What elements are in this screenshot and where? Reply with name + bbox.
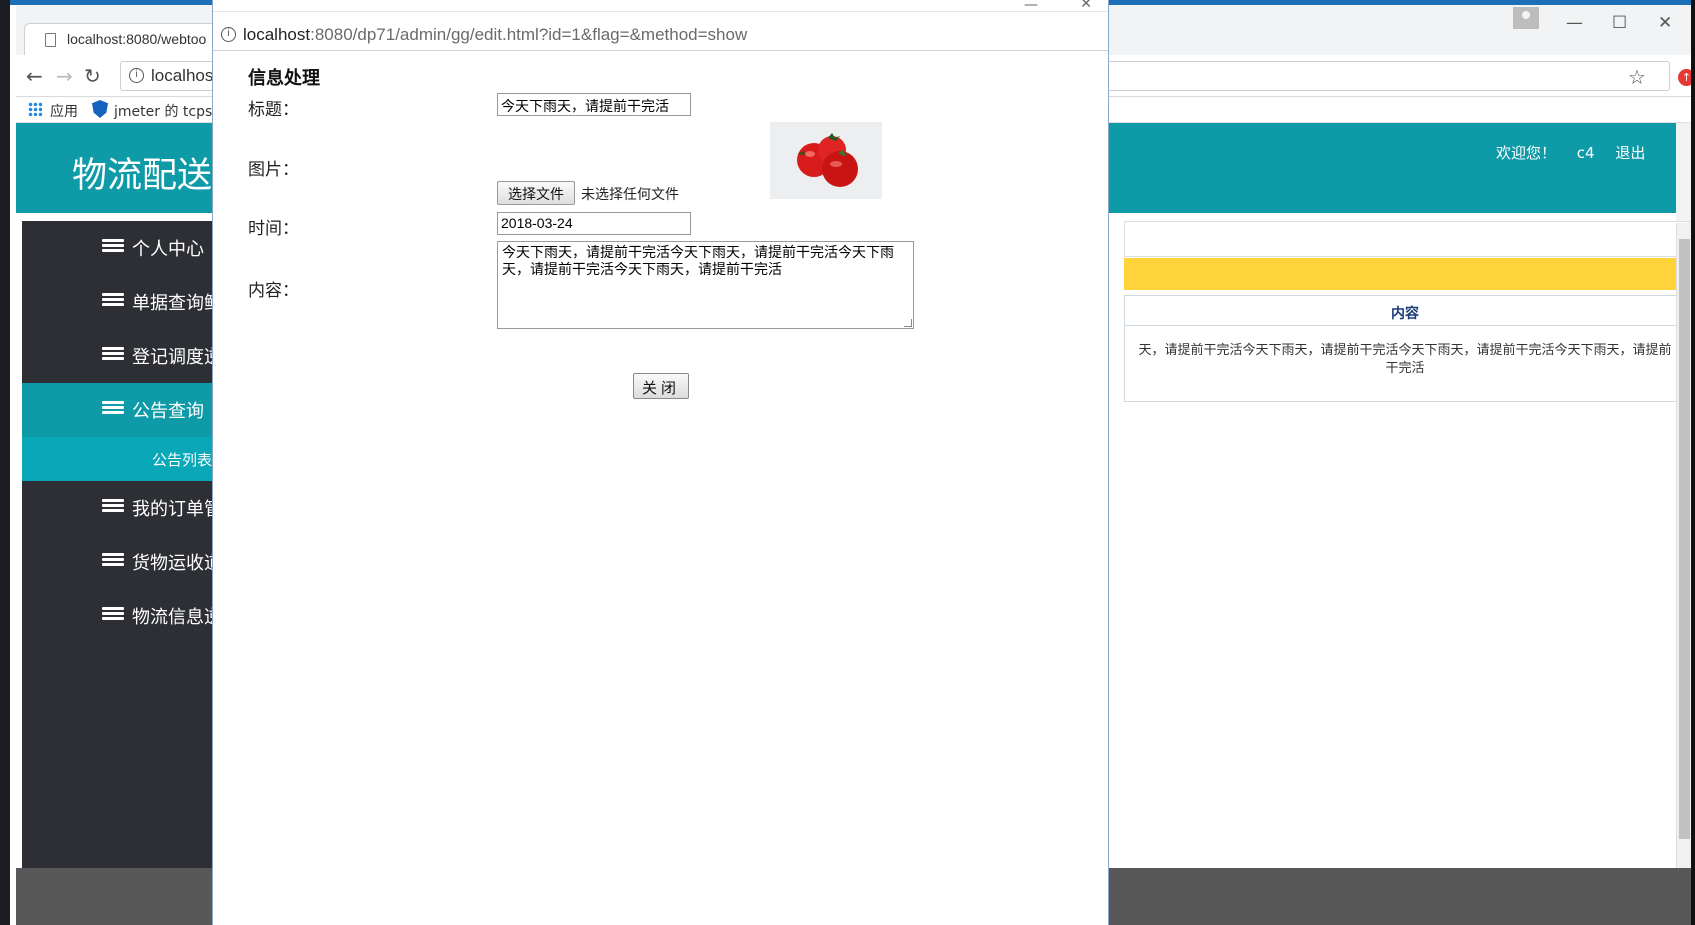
- notice-bar: [1124, 258, 1690, 290]
- maximize-icon[interactable]: ☐: [1612, 13, 1627, 33]
- profile-icon[interactable]: [1513, 7, 1539, 29]
- scrollbar-thumb[interactable]: [1679, 239, 1690, 839]
- popup-address-path: :8080/dp71/admin/gg/edit.html?id=1&flag=…: [310, 25, 748, 44]
- browser-tab[interactable]: localhost:8080/webtoo: [24, 23, 234, 55]
- stack-icon: [102, 347, 124, 362]
- time-input[interactable]: 2018-03-24: [497, 212, 691, 235]
- popup-address-host: localhost: [243, 25, 311, 44]
- table-header-content: 内容: [1125, 296, 1685, 326]
- sidebar-subitem-notice-list[interactable]: 公告列表: [22, 437, 220, 481]
- sidebar-item-notice-query[interactable]: 公告查询: [22, 383, 220, 437]
- info-icon[interactable]: i: [221, 27, 236, 42]
- stack-icon: [102, 401, 124, 416]
- sidebar-item-label: 个人中心: [132, 239, 204, 260]
- stack-icon: [102, 607, 124, 622]
- file-status-text: 未选择任何文件: [581, 187, 679, 203]
- breadcrumb-bar: [1124, 221, 1690, 257]
- close-icon[interactable]: ✕: [1658, 13, 1672, 33]
- document-icon: [45, 33, 56, 47]
- bookmark-apps[interactable]: 应用: [50, 101, 78, 121]
- site-title: 物流配送: [72, 156, 213, 196]
- time-label: 时间：: [248, 219, 299, 239]
- apps-grid-icon[interactable]: [28, 102, 42, 116]
- page-scrollbar[interactable]: [1676, 223, 1691, 873]
- notice-table: 内容 天，请提前干完活今天下雨天，请提前干完活今天下雨天，请提前干完活今天下雨天…: [1124, 295, 1686, 402]
- address-text: localhos: [151, 66, 214, 85]
- stack-icon: [102, 293, 124, 308]
- username-link[interactable]: c4: [1577, 144, 1595, 162]
- sidebar-item-label: 我的订单管: [132, 499, 220, 520]
- sidebar-item-goods-transport[interactable]: 货物运收道: [22, 535, 220, 589]
- resize-handle[interactable]: [904, 319, 912, 327]
- screen-right-edge: [1691, 0, 1695, 925]
- welcome-text: 欢迎您！: [1496, 144, 1557, 162]
- sidebar-item-my-orders[interactable]: 我的订单管: [22, 481, 220, 535]
- desktop-left-edge: [0, 0, 10, 925]
- sidebar-item-label: 物流信息逆: [132, 607, 220, 628]
- popup-window: — ✕ i localhost:8080/dp71/admin/gg/edit.…: [212, 0, 1109, 925]
- reload-icon[interactable]: ↻: [84, 64, 101, 88]
- popup-close-icon[interactable]: ✕: [1080, 0, 1092, 12]
- stack-icon: [102, 553, 124, 568]
- user-area: 欢迎您！ c4 退出: [1496, 142, 1661, 163]
- popup-minimize-icon[interactable]: —: [1024, 0, 1038, 13]
- content-text: 今天下雨天，请提前干完活今天下雨天，请提前干完活今天下雨天，请提前干完活今天下雨…: [502, 245, 894, 278]
- back-arrow-icon[interactable]: ←: [26, 64, 43, 88]
- sidebar-item-label: 公告查询: [132, 401, 204, 422]
- shield-icon: [92, 100, 108, 118]
- title-label: 标题：: [248, 100, 299, 120]
- sidebar-item-document-query[interactable]: 单据查询鲜: [22, 275, 220, 329]
- stack-icon: [102, 499, 124, 514]
- forward-arrow-icon[interactable]: →: [56, 64, 73, 88]
- popup-address-bar[interactable]: i localhost:8080/dp71/admin/gg/edit.html…: [213, 20, 1108, 51]
- title-input[interactable]: 今天下雨天，请提前干完活: [497, 93, 691, 116]
- content-label: 内容：: [248, 281, 299, 301]
- sidebar-item-personal-center[interactable]: 个人中心: [22, 221, 220, 275]
- sidebar-item-label: 货物运收道: [132, 553, 220, 574]
- sidebar-item-label: 单据查询鲜: [132, 293, 220, 314]
- form-title: 信息处理: [248, 68, 320, 89]
- stack-icon: [102, 239, 124, 254]
- sidebar: 个人中心 单据查询鲜 登记调度逆 公告查询 公告列表 我的订单管 货物运收道 物…: [22, 221, 220, 868]
- minimize-icon[interactable]: —: [1566, 13, 1583, 33]
- choose-file-button[interactable]: 选择文件: [497, 181, 575, 205]
- bookmark-star-icon[interactable]: ☆: [1628, 65, 1646, 89]
- sidebar-item-logistics-info[interactable]: 物流信息逆: [22, 589, 220, 643]
- close-button[interactable]: 关闭: [633, 373, 689, 399]
- bookmark-jmeter[interactable]: jmeter 的 tcpsa: [114, 101, 221, 121]
- tomato-image: [770, 122, 882, 199]
- logout-link[interactable]: 退出: [1615, 144, 1645, 162]
- sidebar-item-dispatch-register[interactable]: 登记调度逆: [22, 329, 220, 383]
- content-textarea[interactable]: 今天下雨天，请提前干完活今天下雨天，请提前干完活今天下雨天，请提前干完活今天下雨…: [497, 241, 914, 329]
- image-label: 图片：: [248, 160, 299, 180]
- sidebar-item-label: 登记调度逆: [132, 347, 220, 368]
- popup-titlebar: — ✕: [213, 0, 1108, 13]
- browser-tab-title: localhost:8080/webtoo: [67, 31, 207, 47]
- info-icon[interactable]: i: [129, 68, 144, 83]
- table-cell-content: 天，请提前干完活今天下雨天，请提前干完活今天下雨天，请提前干完活今天下雨天，请提…: [1138, 343, 1672, 376]
